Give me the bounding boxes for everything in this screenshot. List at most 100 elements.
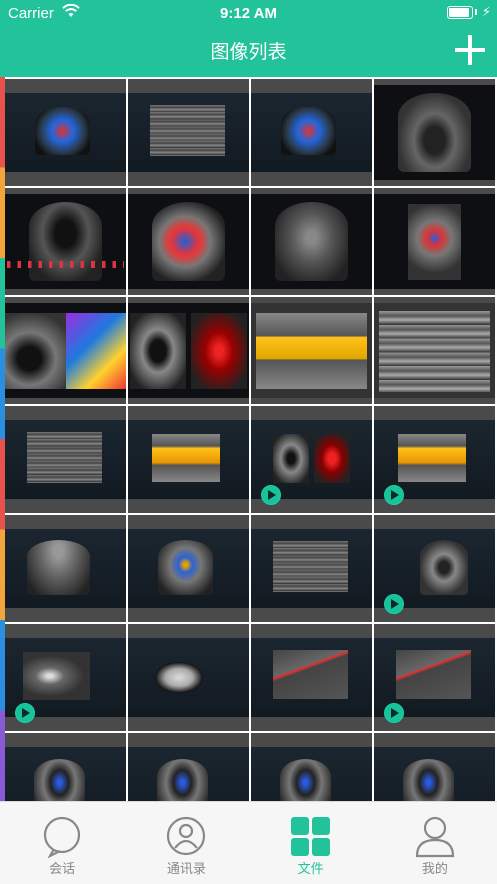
- scan-region: [272, 649, 348, 699]
- play-icon[interactable]: [261, 485, 281, 505]
- image-thumbnail[interactable]: [251, 188, 372, 295]
- charging-icon: ⚡: [481, 4, 491, 19]
- contacts-icon: [167, 816, 206, 856]
- scan-region: [255, 312, 368, 389]
- ultrasound-image: [128, 194, 249, 289]
- scan-region: [272, 540, 348, 593]
- ultrasound-image: [251, 93, 372, 172]
- image-thumbnail[interactable]: [5, 733, 126, 801]
- tab-files[interactable]: 文件: [249, 802, 373, 884]
- image-thumbnail[interactable]: [374, 79, 495, 186]
- ultrasound-image: [5, 194, 126, 289]
- image-grid: [5, 79, 495, 801]
- scan-region: [130, 312, 187, 389]
- image-thumbnail[interactable]: [374, 624, 495, 731]
- scan-region: [280, 758, 331, 801]
- ultrasound-image: [374, 85, 495, 180]
- scan-region: [34, 758, 85, 801]
- tab-chat[interactable]: 会话: [0, 802, 124, 884]
- scan-region: [275, 201, 348, 282]
- scan-region: [157, 758, 208, 801]
- image-thumbnail[interactable]: [128, 624, 249, 731]
- image-thumbnail[interactable]: [251, 79, 372, 186]
- image-thumbnail[interactable]: [374, 733, 495, 801]
- play-icon[interactable]: [384, 703, 404, 723]
- ultrasound-image: [5, 303, 126, 398]
- scan-region: [419, 540, 469, 596]
- play-icon[interactable]: [384, 485, 404, 505]
- scan-region: [23, 652, 90, 700]
- scan-region: [403, 758, 454, 801]
- nav-header: Carrier 9:12 AM ⚡ 图像列表: [0, 0, 497, 77]
- image-thumbnail[interactable]: [128, 297, 249, 404]
- scan-region: [398, 92, 471, 173]
- image-thumbnail[interactable]: [374, 406, 495, 513]
- ultrasound-image: [128, 529, 249, 608]
- image-thumbnail[interactable]: [5, 624, 126, 731]
- scan-region: [26, 540, 90, 596]
- scan-region: [190, 312, 247, 389]
- ultrasound-image: [5, 93, 126, 172]
- image-thumbnail[interactable]: [5, 79, 126, 186]
- image-thumbnail[interactable]: [374, 188, 495, 295]
- tab-contacts[interactable]: 通讯录: [124, 802, 248, 884]
- status-bar: Carrier 9:12 AM ⚡: [0, 0, 497, 26]
- battery-tip: [475, 9, 477, 15]
- image-thumbnail[interactable]: [251, 624, 372, 731]
- image-grid-scroll[interactable]: [0, 77, 497, 801]
- ultrasound-image: [374, 303, 495, 398]
- scan-region: [152, 434, 220, 482]
- ultrasound-image: [251, 638, 372, 717]
- ultrasound-image: [5, 529, 126, 608]
- image-thumbnail[interactable]: [251, 406, 372, 513]
- image-thumbnail[interactable]: [251, 733, 372, 801]
- image-thumbnail[interactable]: [128, 188, 249, 295]
- play-icon[interactable]: [384, 594, 404, 614]
- image-thumbnail[interactable]: [128, 79, 249, 186]
- image-thumbnail[interactable]: [5, 406, 126, 513]
- image-thumbnail[interactable]: [374, 515, 495, 622]
- image-thumbnail[interactable]: [374, 297, 495, 404]
- profile-icon: [415, 816, 454, 858]
- chat-bubble-icon: [44, 816, 81, 858]
- clock: 9:12 AM: [220, 5, 277, 22]
- tab-bar: 会话 通讯录 文件 我的: [0, 801, 497, 884]
- image-thumbnail[interactable]: [128, 406, 249, 513]
- image-thumbnail[interactable]: [5, 188, 126, 295]
- ultrasound-image: [251, 303, 372, 398]
- image-thumbnail[interactable]: [5, 515, 126, 622]
- scan-region: [7, 260, 124, 269]
- scan-region: [5, 312, 66, 389]
- scan-region: [281, 107, 336, 155]
- ultrasound-image: [128, 303, 249, 398]
- page-title: 图像列表: [210, 42, 287, 63]
- tab-profile-label: 我的: [421, 861, 448, 876]
- image-thumbnail[interactable]: [128, 733, 249, 801]
- image-thumbnail[interactable]: [251, 515, 372, 622]
- add-button[interactable]: [453, 33, 487, 67]
- play-icon[interactable]: [15, 703, 35, 723]
- battery-icon: [447, 6, 473, 19]
- scan-region: [35, 107, 90, 155]
- scan-region: [26, 431, 102, 484]
- ultrasound-image: [374, 747, 495, 801]
- image-thumbnail[interactable]: [251, 297, 372, 404]
- scan-region: [65, 312, 126, 389]
- scan-region: [152, 201, 225, 282]
- scan-region: [158, 540, 213, 596]
- tab-contacts-label: 通讯录: [166, 861, 206, 876]
- image-thumbnail[interactable]: [128, 515, 249, 622]
- scan-region: [154, 661, 203, 694]
- tab-chat-label: 会话: [49, 861, 76, 876]
- scan-region: [395, 649, 471, 699]
- ultrasound-image: [251, 747, 372, 801]
- scan-region: [378, 310, 491, 393]
- ultrasound-image: [5, 420, 126, 499]
- tab-profile[interactable]: 我的: [373, 802, 497, 884]
- image-thumbnail[interactable]: [5, 297, 126, 404]
- ultrasound-image: [128, 420, 249, 499]
- ultrasound-image: [251, 529, 372, 608]
- scan-region: [407, 203, 462, 280]
- scan-region: [313, 434, 351, 484]
- tab-files-label: 文件: [297, 861, 324, 876]
